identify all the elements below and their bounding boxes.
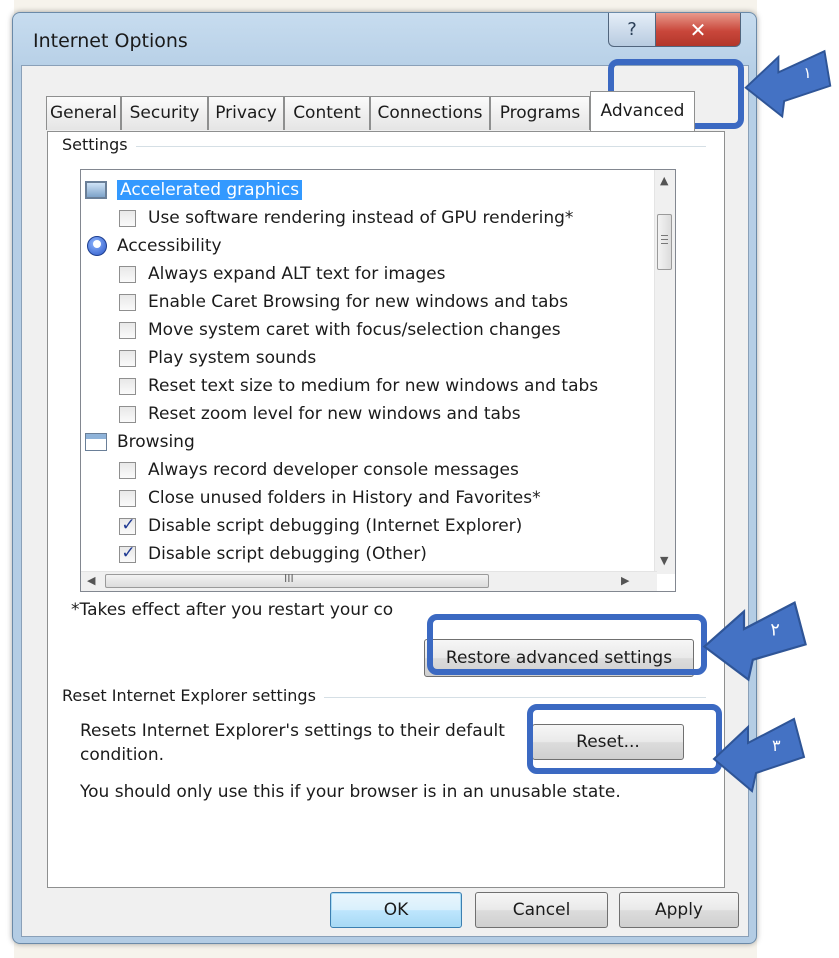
checkbox[interactable]: ✓	[119, 514, 136, 535]
checkbox[interactable]	[119, 405, 136, 423]
tab-privacy[interactable]: Privacy	[208, 96, 284, 130]
highlight-restore-button	[427, 614, 707, 675]
check-icon: ✓	[121, 542, 136, 563]
horizontal-scroll-thumb[interactable]: III	[105, 572, 489, 588]
list-item[interactable]: Play system sounds	[119, 344, 316, 372]
checkbox[interactable]	[119, 321, 136, 339]
list-item[interactable]: Close unused folders in History and Favo…	[119, 484, 541, 512]
checkbox[interactable]	[119, 489, 136, 507]
background-strip-right	[757, 0, 839, 958]
browser-window-icon	[85, 433, 107, 451]
reset-description-line2: condition.	[80, 745, 165, 765]
step-2-arrow-icon: ٢	[702, 600, 807, 682]
checkbox[interactable]: ✓	[119, 542, 136, 563]
reset-warning: You should only use this if your browser…	[80, 782, 621, 802]
checkbox[interactable]	[119, 293, 136, 311]
display-icon	[85, 181, 107, 199]
scroll-up-icon[interactable]: ▲	[660, 174, 668, 187]
list-item[interactable]: ✓ Disable script debugging (Other)	[119, 540, 427, 568]
tab-connections[interactable]: Connections	[370, 96, 490, 130]
list-item[interactable]: Always expand ALT text for images	[119, 260, 445, 288]
step-2-label: ٢	[770, 621, 779, 641]
settings-list[interactable]: Accelerated graphics Use software render…	[80, 169, 676, 592]
scroll-right-icon[interactable]: ▶	[621, 574, 629, 587]
help-button[interactable]: ?	[608, 13, 656, 47]
internet-options-window: Internet Options ? ✕ General Security Pr…	[12, 12, 757, 944]
ok-button[interactable]: OK	[330, 892, 462, 928]
list-item[interactable]: Accelerated graphics	[85, 176, 303, 204]
checkbox[interactable]	[119, 349, 136, 367]
step-3-label: ٣	[772, 736, 781, 755]
tab-advanced[interactable]: Advanced	[590, 91, 695, 131]
tab-programs[interactable]: Programs	[490, 96, 590, 130]
list-item[interactable]: Move system caret with focus/selection c…	[119, 316, 561, 344]
tab-general[interactable]: General	[46, 96, 121, 130]
list-item[interactable]: Reset zoom level for new windows and tab…	[119, 400, 521, 428]
step-1-label: ١	[803, 64, 811, 82]
vertical-scrollbar[interactable]: ▲ ▼	[654, 170, 675, 574]
close-icon: ✕	[689, 17, 707, 42]
reset-group-label: Reset Internet Explorer settings	[58, 686, 324, 705]
reset-description-line1: Resets Internet Explorer's settings to t…	[80, 721, 505, 741]
list-item[interactable]: ✓ Disable script debugging (Internet Exp…	[119, 512, 522, 540]
list-item[interactable]: Always record developer console messages	[119, 456, 519, 484]
vertical-scroll-thumb[interactable]	[657, 214, 672, 270]
check-icon: ✓	[121, 514, 136, 535]
list-item[interactable]: Use software rendering instead of GPU re…	[119, 204, 573, 232]
highlight-reset-button	[527, 704, 722, 774]
checkbox[interactable]	[119, 461, 136, 479]
scroll-left-icon[interactable]: ◀	[87, 574, 95, 587]
list-item[interactable]: Accessibility	[85, 232, 222, 260]
scroll-down-icon[interactable]: ▼	[660, 554, 668, 567]
settings-group-line	[58, 146, 706, 147]
apply-button[interactable]: Apply	[619, 892, 739, 928]
help-icon: ?	[627, 19, 637, 40]
list-item[interactable]: Reset text size to medium for new window…	[119, 372, 598, 400]
dialog-client-area: General Security Privacy Content Connect…	[21, 65, 749, 937]
settings-group-label: Settings	[58, 135, 136, 154]
close-button[interactable]: ✕	[655, 13, 741, 47]
accessibility-icon	[87, 236, 107, 256]
checkbox[interactable]	[119, 377, 136, 395]
step-1-arrow-icon: ١	[744, 49, 832, 119]
tab-security[interactable]: Security	[121, 96, 208, 130]
window-title: Internet Options	[33, 30, 188, 52]
step-3-arrow-icon: ٣	[712, 717, 806, 793]
restart-note: *Takes effect after you restart your co	[71, 600, 394, 620]
tab-content[interactable]: Content	[284, 96, 370, 130]
checkbox[interactable]	[119, 209, 136, 227]
horizontal-scrollbar[interactable]: ◀ III ▶	[81, 571, 657, 591]
cancel-button[interactable]: Cancel	[475, 892, 608, 928]
list-item[interactable]: Browsing	[85, 428, 195, 456]
list-item[interactable]: Enable Caret Browsing for new windows an…	[119, 288, 568, 316]
advanced-tab-panel: Settings Accelerated graphics Use softwa…	[47, 131, 725, 888]
checkbox[interactable]	[119, 265, 136, 283]
